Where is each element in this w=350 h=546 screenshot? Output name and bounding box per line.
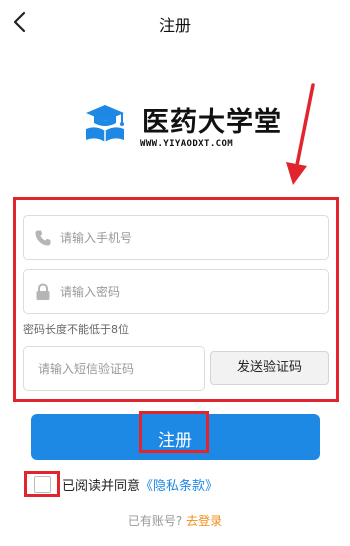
phone-field[interactable] xyxy=(23,215,329,260)
phone-input[interactable] xyxy=(24,216,328,259)
nav-bar: 注册 xyxy=(0,0,350,44)
brand-url: WWW.YIYAODXT.COM xyxy=(140,139,234,149)
phone-icon xyxy=(35,230,51,246)
password-field[interactable] xyxy=(23,269,329,314)
sms-code-input[interactable] xyxy=(24,347,204,390)
login-link[interactable]: 去登录 xyxy=(186,514,222,528)
password-hint: 密码长度不能低于8位 xyxy=(23,323,129,336)
page-title: 注册 xyxy=(158,16,191,35)
graduation-cap-book-icon xyxy=(86,105,124,142)
agree-checkbox[interactable] xyxy=(24,471,60,497)
brand-logo: 医药大学堂 WWW.YIYAODXT.COM xyxy=(84,100,281,156)
brand-name: 医药大学堂 xyxy=(142,107,282,138)
privacy-link[interactable]: 《隐私条款》 xyxy=(140,479,218,494)
register-highlight-box xyxy=(139,411,209,453)
agreement-text: 已阅读并同意 xyxy=(62,479,141,494)
send-code-button[interactable]: 发送验证码 xyxy=(210,351,329,385)
annotation-arrow-icon xyxy=(286,83,315,185)
agreement-line: 已阅读并同意《隐私条款》 xyxy=(62,475,218,494)
password-input[interactable] xyxy=(24,270,328,313)
sms-code-field[interactable] xyxy=(23,346,205,391)
checkbox-box xyxy=(34,476,51,493)
login-prompt-text: 已有账号? xyxy=(127,514,183,528)
lock-icon xyxy=(36,283,50,300)
login-prompt: 已有账号? 去登录 xyxy=(0,512,350,529)
